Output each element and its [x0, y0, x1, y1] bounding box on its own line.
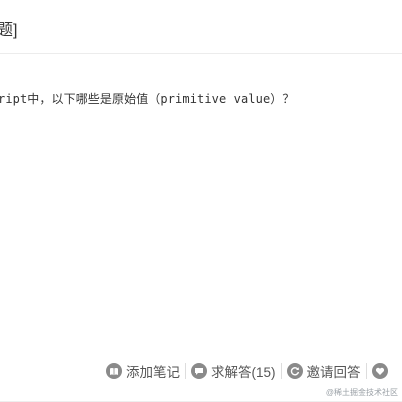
ask-answer-button[interactable]: 求解答(15): [191, 361, 276, 381]
header-bar: 题]: [0, 0, 402, 54]
chat-bubble-icon: [191, 363, 207, 379]
divider: [185, 363, 186, 379]
action-bar: 添加笔记 求解答(15) 邀请回答: [106, 360, 392, 382]
page-title: 题]: [0, 22, 18, 39]
add-note-label: 添加笔记: [126, 365, 180, 380]
refresh-icon: [286, 363, 303, 379]
book-icon: [106, 363, 122, 379]
invite-answer-button[interactable]: 邀请回答: [286, 361, 361, 381]
question-text: ript中，以下哪些是原始值（primitive value）？: [0, 92, 295, 106]
divider: [280, 363, 282, 379]
heart-icon: [371, 363, 388, 379]
divider: [365, 363, 367, 379]
invite-answer-label: 邀请回答: [306, 365, 361, 380]
add-note-button[interactable]: 添加笔记: [106, 361, 180, 381]
watermark: @稀土掘金技术社区: [325, 388, 398, 397]
ask-answer-label: 求解答(15): [211, 365, 276, 380]
favorite-button[interactable]: [371, 363, 392, 379]
